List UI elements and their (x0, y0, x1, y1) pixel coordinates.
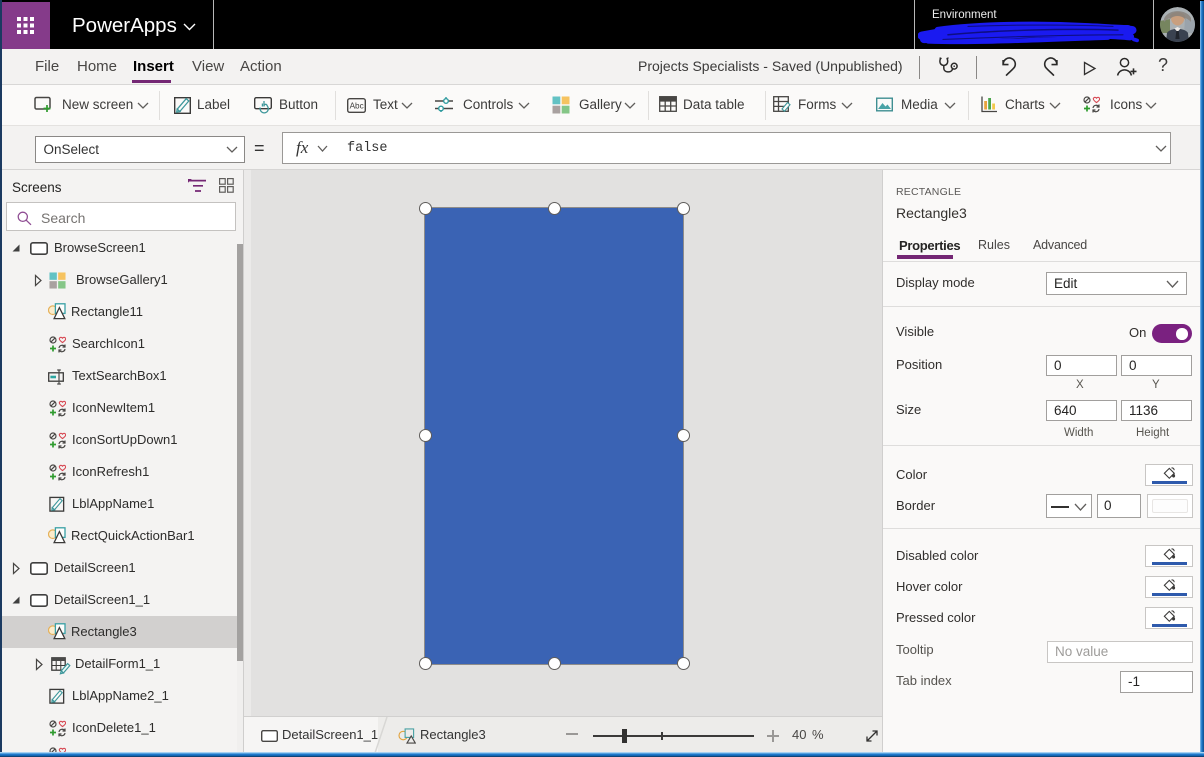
svg-text:Abc: Abc (350, 102, 364, 111)
